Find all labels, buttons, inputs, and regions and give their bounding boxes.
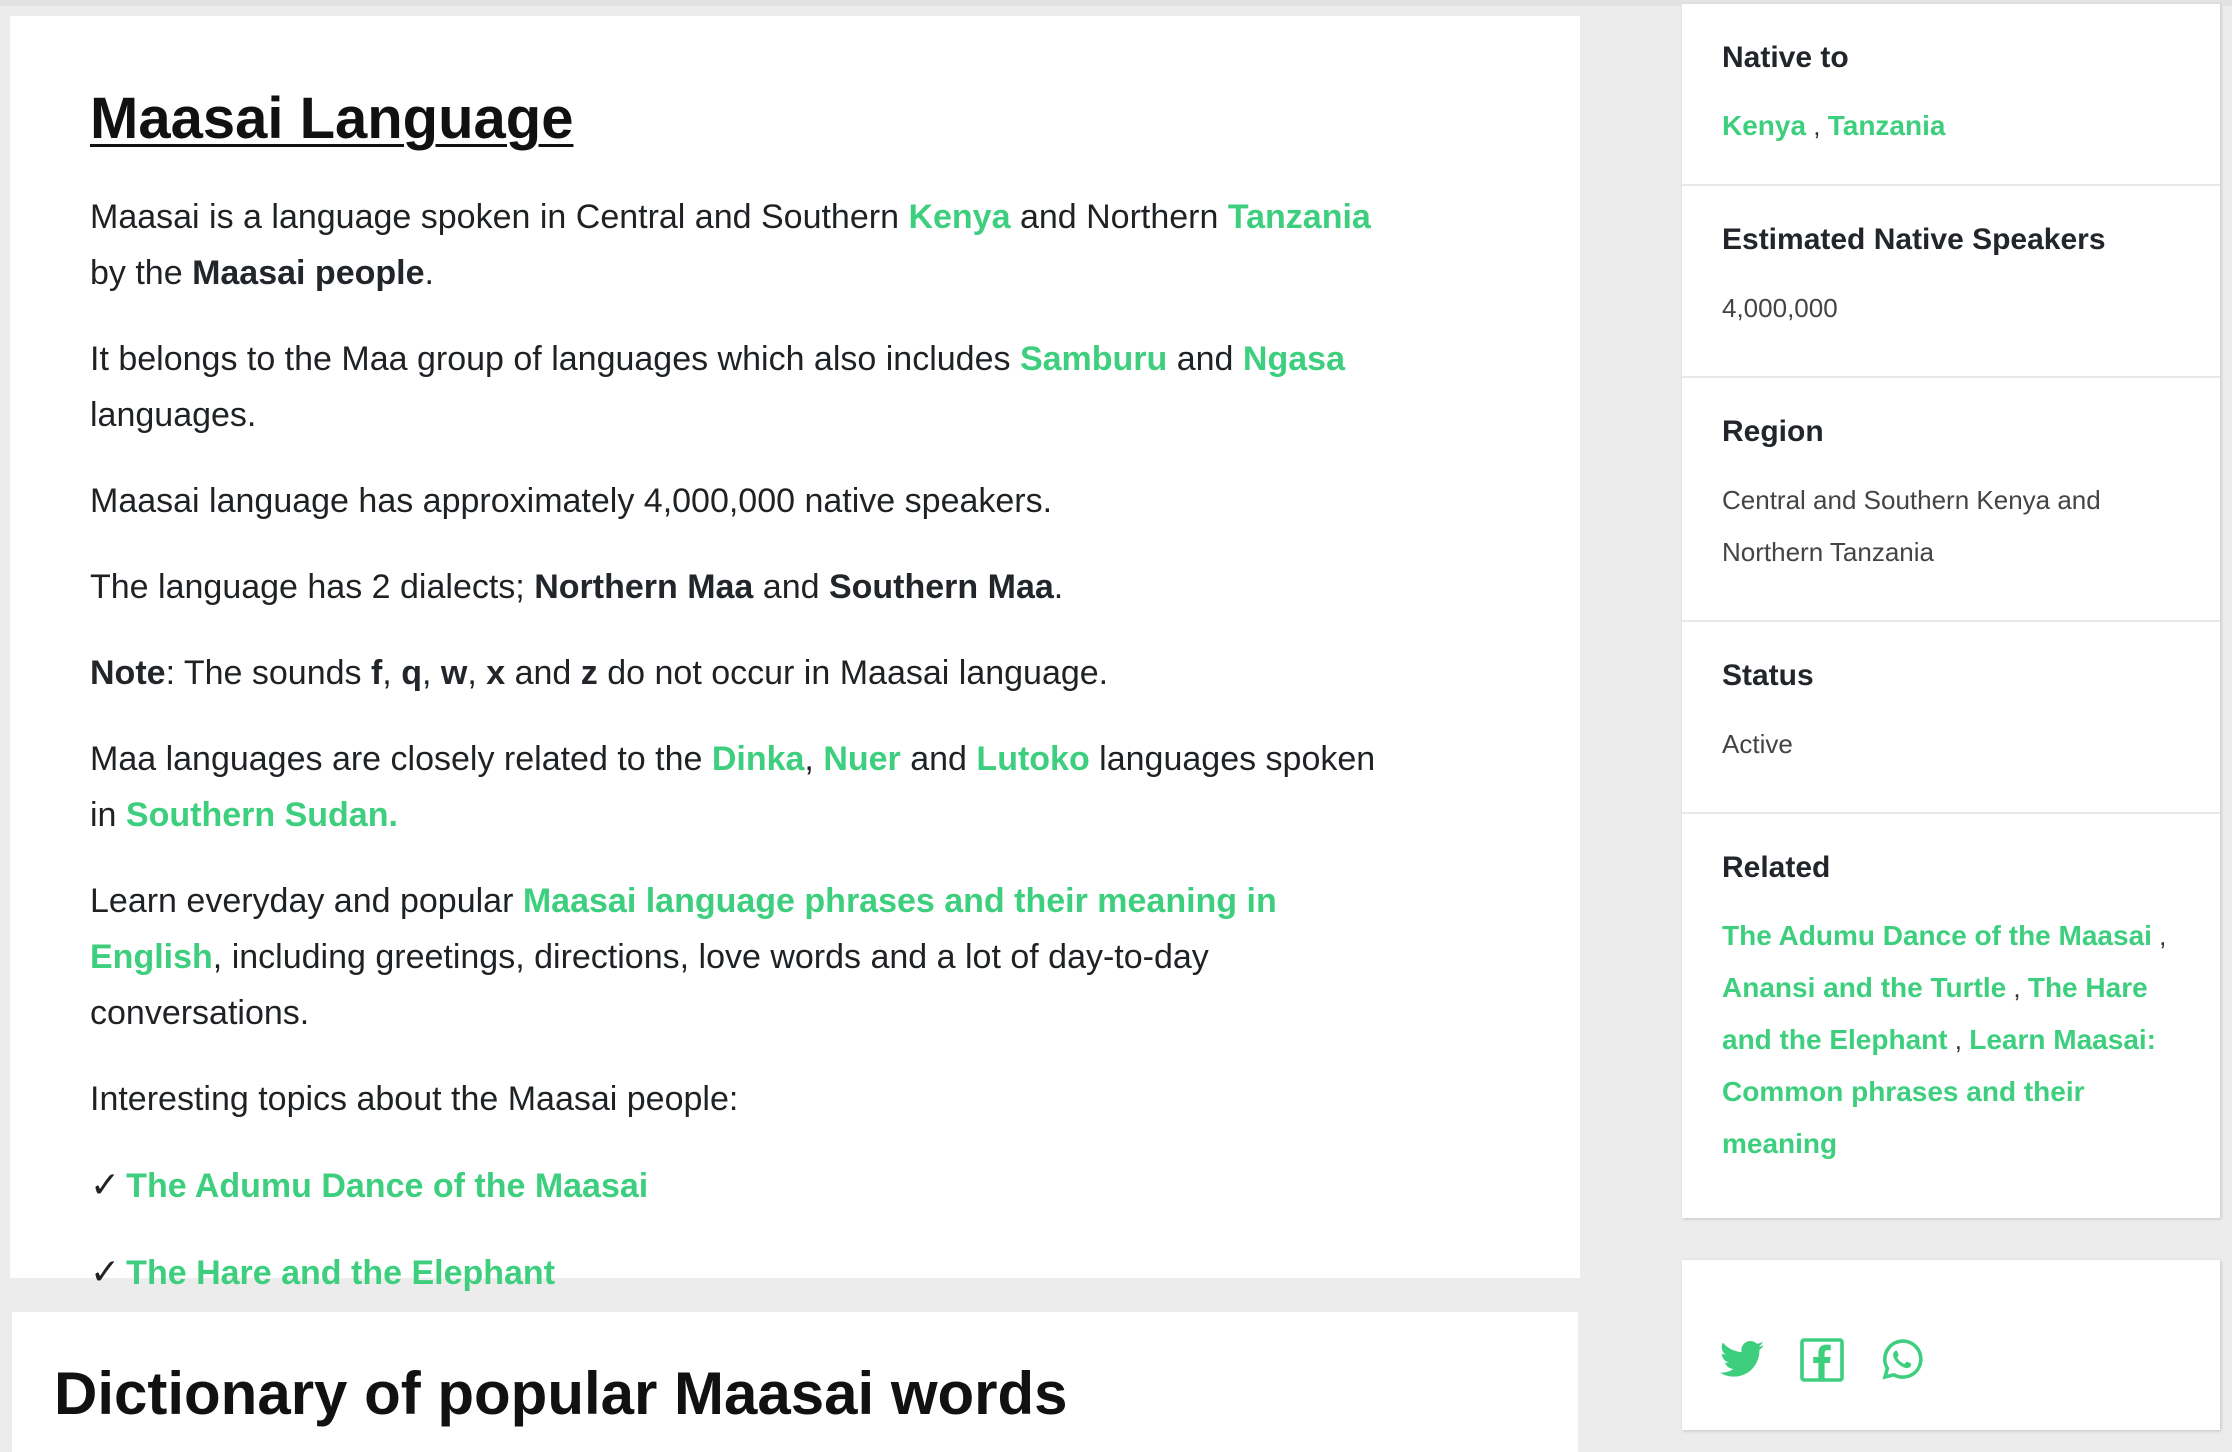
speakers-paragraph: Maasai language has approximately 4,000,…	[90, 481, 1053, 520]
link-lutoko[interactable]: Lutoko	[976, 740, 1089, 778]
related-link-adumu-dance[interactable]: The Adumu Dance of the Maasai	[1722, 920, 2152, 951]
whatsapp-icon[interactable]	[1878, 1336, 1926, 1384]
checkmark-icon: ✓	[90, 1163, 121, 1205]
status-label: Status	[1722, 659, 1814, 692]
link-tanzania[interactable]: Tanzania	[1228, 198, 1371, 236]
status-section: Status Active	[1682, 622, 2220, 814]
native-to-link-kenya[interactable]: Kenya	[1722, 110, 1806, 141]
intro-paragraph: Maasai is a language spoken in Central a…	[90, 197, 1371, 292]
link-ngasa[interactable]: Ngasa	[1243, 340, 1345, 378]
status-value: Active	[1722, 729, 1793, 759]
region-value: Central and Southern Kenya and Northern …	[1722, 485, 2101, 567]
link-topic-adumu-dance[interactable]: The Adumu Dance of the Maasai	[126, 1167, 648, 1205]
maa-group-paragraph: It belongs to the Maa group of languages…	[90, 339, 1345, 434]
region-label: Region	[1722, 415, 1824, 448]
native-to-label: Native to	[1722, 41, 1849, 74]
related-section: Related The Adumu Dance of the Maasai , …	[1682, 814, 2220, 1170]
dictionary-heading: Dictionary of popular Maasai words	[54, 1360, 1068, 1427]
link-nuer[interactable]: Nuer	[823, 740, 900, 778]
article-card: Maasai Language Maasai is a language spo…	[10, 16, 1580, 1292]
link-samburu[interactable]: Samburu	[1020, 340, 1167, 378]
native-to-link-tanzania[interactable]: Tanzania	[1828, 110, 1946, 141]
checkmark-icon: ✓	[90, 1250, 121, 1292]
note-paragraph: Note: The sounds f, q, w, x and z do not…	[90, 653, 1109, 692]
language-info-sidebar: Native to Kenya , Tanzania Estimated Nat…	[1682, 4, 2220, 1218]
phrases-paragraph: Learn everyday and popular Maasai langua…	[90, 881, 1277, 1032]
twitter-icon[interactable]	[1718, 1336, 1766, 1384]
dialects-paragraph: The language has 2 dialects; Northern Ma…	[90, 567, 1064, 606]
speakers-label: Estimated Native Speakers	[1722, 223, 2106, 256]
region-section: Region Central and Southern Kenya and No…	[1682, 378, 2220, 622]
dictionary-card: Dictionary of popular Maasai words	[12, 1312, 1578, 1452]
speakers-section: Estimated Native Speakers 4,000,000	[1682, 186, 2220, 378]
related-label: Related	[1722, 851, 1831, 884]
topics-intro: Interesting topics about the Maasai peop…	[90, 1079, 739, 1118]
facebook-icon[interactable]	[1798, 1336, 1846, 1384]
speakers-value: 4,000,000	[1722, 293, 1838, 323]
page-title: Maasai Language	[90, 86, 574, 151]
link-dinka[interactable]: Dinka	[712, 740, 805, 778]
share-icons	[1718, 1336, 1926, 1384]
related-link-anansi-turtle[interactable]: Anansi and the Turtle	[1722, 972, 2006, 1003]
link-topic-hare-elephant[interactable]: The Hare and the Elephant	[126, 1254, 555, 1292]
share-card	[1682, 1260, 2220, 1430]
related-languages-paragraph: Maa languages are closely related to the…	[90, 739, 1376, 834]
topic-item: ✓ The Adumu Dance of the Maasai	[90, 1157, 1410, 1214]
link-southern-sudan[interactable]: Southern Sudan.	[126, 796, 398, 834]
topic-item: ✓ The Hare and the Elephant	[90, 1244, 1410, 1301]
link-kenya[interactable]: Kenya	[908, 198, 1010, 236]
native-to-section: Native to Kenya , Tanzania	[1682, 4, 2220, 186]
